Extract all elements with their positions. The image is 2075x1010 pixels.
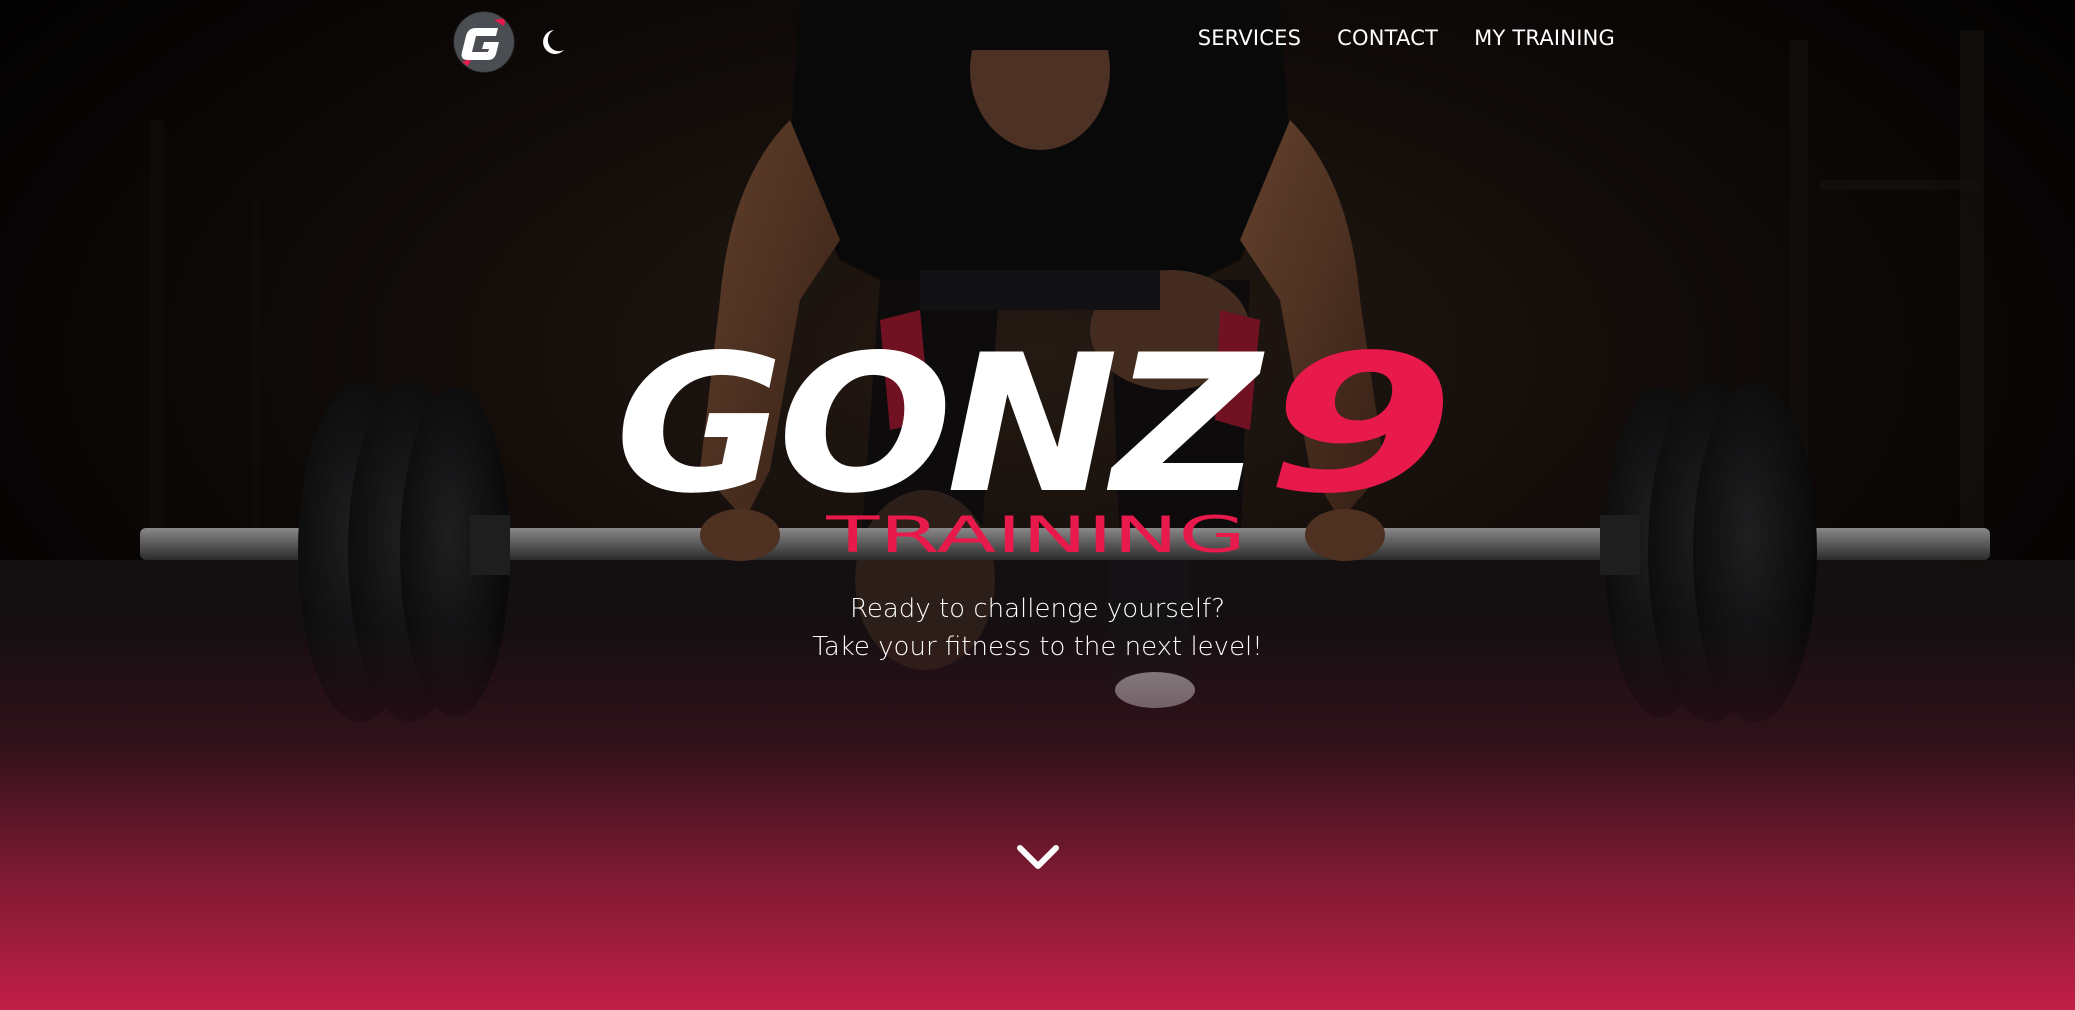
moon-icon[interactable]: [540, 28, 566, 56]
moon-glyph: [543, 30, 564, 54]
wordmark-main: GONZ: [615, 340, 1265, 515]
tagline-line-2: Take your fitness to the next level!: [812, 632, 1263, 662]
nav-links: SERVICES CONTACT MY TRAINING: [1198, 26, 1615, 50]
g-logo-icon[interactable]: [454, 12, 514, 72]
wordmark-accent: 9: [1265, 340, 1455, 515]
training-subtitle: TRAINING: [826, 510, 1246, 558]
tagline-line-1: Ready to challenge yourself?: [849, 594, 1226, 624]
nav-link-services[interactable]: SERVICES: [1198, 26, 1301, 50]
hero-section: SERVICES CONTACT MY TRAINING GONZ 9 TRAI…: [0, 0, 2075, 1010]
g-logo-glyph: [461, 18, 506, 66]
gonz9-wordmark: GONZ 9: [615, 340, 1455, 515]
nav-link-contact[interactable]: CONTACT: [1337, 26, 1438, 50]
wordmark-sub: TRAINING: [826, 510, 1246, 558]
chevron-down-icon[interactable]: [1016, 842, 1060, 872]
navbar: SERVICES CONTACT MY TRAINING: [0, 0, 2075, 84]
nav-link-my-training[interactable]: MY TRAINING: [1474, 26, 1615, 50]
chevron-down-glyph: [1017, 845, 1059, 869]
hero-tagline: Ready to challenge yourself? Take your f…: [0, 590, 2075, 666]
